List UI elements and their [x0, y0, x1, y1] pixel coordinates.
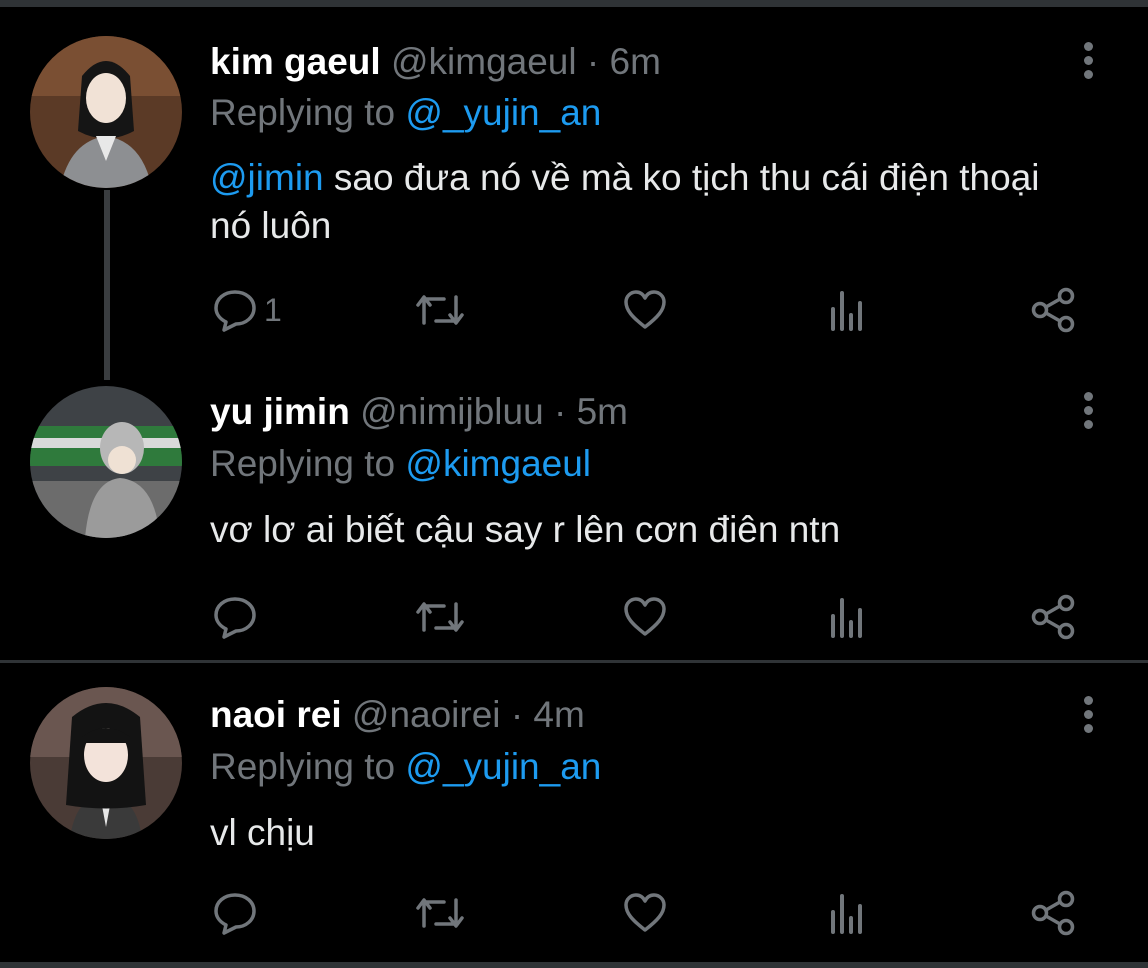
display-name[interactable]: yu jimin: [210, 391, 350, 432]
reply-icon: [214, 290, 256, 332]
timestamp[interactable]: 4m: [533, 694, 584, 735]
replying-to-mention[interactable]: @_yujin_an: [405, 746, 601, 787]
retweet-button[interactable]: [414, 285, 466, 335]
views-button[interactable]: [828, 285, 868, 335]
views-icon: [831, 291, 862, 331]
like-button[interactable]: [622, 285, 668, 335]
display-name[interactable]: naoi rei: [210, 694, 342, 735]
reply-icon: [214, 597, 256, 639]
replying-to: Replying to @_yujin_an: [210, 91, 601, 135]
like-icon: [624, 597, 666, 636]
replying-to-label: Replying to: [210, 443, 396, 484]
separator: ·: [586, 41, 600, 82]
retweet-icon: [416, 898, 464, 928]
action-bar: 1: [0, 285, 1148, 335]
user-handle[interactable]: @naoirei: [352, 694, 501, 735]
replying-to-mention[interactable]: @_yujin_an: [405, 92, 601, 133]
display-name[interactable]: kim gaeul: [210, 41, 381, 82]
separator: ·: [553, 391, 567, 432]
body-text: vơ lơ ai biết cậu say r lên cơn điên ntn: [210, 509, 841, 550]
tweet[interactable]: yu jimin @nimijbluu · 5m Replying to @ki…: [0, 370, 1148, 660]
share-icon: [1031, 594, 1075, 640]
replying-to-mention[interactable]: @kimgaeul: [405, 443, 591, 484]
like-icon: [624, 893, 666, 932]
retweet-icon: [416, 295, 464, 325]
reply-count: 1: [264, 291, 282, 328]
views-button[interactable]: [828, 592, 868, 642]
share-button[interactable]: [1030, 592, 1078, 642]
tweet[interactable]: kim gaeul @kimgaeul · 6m Replying to @_y…: [0, 0, 1148, 370]
more-icon[interactable]: [1078, 42, 1098, 82]
timestamp[interactable]: 5m: [577, 391, 628, 432]
body-mention[interactable]: @jimin: [210, 157, 324, 198]
tweet-text: vơ lơ ai biết cậu say r lên cơn điên ntn: [210, 506, 1090, 554]
like-button[interactable]: [622, 888, 668, 938]
share-button[interactable]: [1030, 888, 1078, 938]
tweet-header: kim gaeul @kimgaeul · 6m: [210, 40, 661, 84]
tweet[interactable]: naoi rei @naoirei · 4m Replying to @_yuj…: [0, 663, 1148, 962]
avatar[interactable]: [30, 386, 182, 538]
retweet-button[interactable]: [414, 592, 466, 642]
share-icon: [1031, 287, 1075, 333]
replying-to-label: Replying to: [210, 92, 396, 133]
replying-to-label: Replying to: [210, 746, 396, 787]
views-icon: [831, 598, 862, 638]
reply-button[interactable]: [212, 888, 264, 938]
action-bar: [0, 888, 1148, 938]
tweet-header: naoi rei @naoirei · 4m: [210, 693, 585, 737]
share-icon: [1031, 890, 1075, 936]
replying-to: Replying to @_yujin_an: [210, 745, 601, 789]
replying-to: Replying to @kimgaeul: [210, 442, 591, 486]
body-text: sao đưa nó về mà ko tịch thu cái điện th…: [210, 157, 1040, 246]
body-text: vl chịu: [210, 812, 315, 853]
separator: ·: [510, 694, 524, 735]
user-handle[interactable]: @kimgaeul: [391, 41, 577, 82]
views-button[interactable]: [828, 888, 868, 938]
reply-button[interactable]: 1: [212, 285, 282, 335]
reply-button[interactable]: [212, 592, 264, 642]
action-bar: [0, 592, 1148, 642]
more-icon[interactable]: [1078, 392, 1098, 432]
like-button[interactable]: [622, 592, 668, 642]
avatar[interactable]: [30, 687, 182, 839]
user-handle[interactable]: @nimijbluu: [360, 391, 544, 432]
views-icon: [831, 894, 862, 934]
tweet-text: vl chịu: [210, 809, 1090, 857]
avatar[interactable]: [30, 36, 182, 188]
more-icon[interactable]: [1078, 696, 1098, 736]
like-icon: [624, 290, 666, 329]
retweet-icon: [416, 602, 464, 632]
timestamp[interactable]: 6m: [610, 41, 661, 82]
reply-icon: [214, 893, 256, 935]
retweet-button[interactable]: [414, 888, 466, 938]
tweet-text: @jimin sao đưa nó về mà ko tịch thu cái …: [210, 154, 1090, 250]
tweet-header: yu jimin @nimijbluu · 5m: [210, 390, 628, 434]
bottom-divider: [0, 962, 1148, 968]
share-button[interactable]: [1030, 285, 1078, 335]
